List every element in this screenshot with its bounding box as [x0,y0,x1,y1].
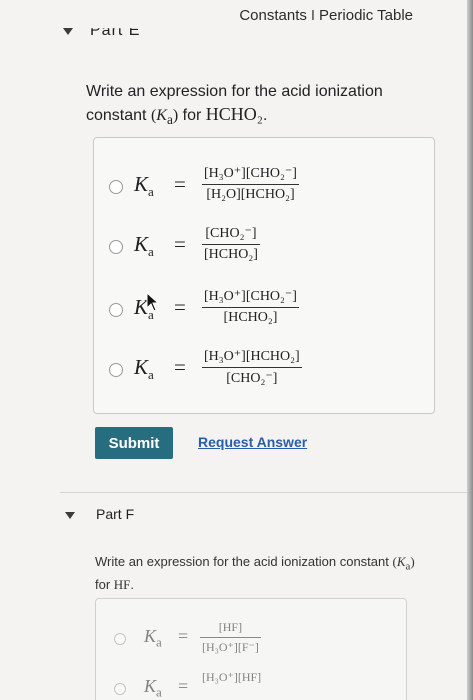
ka-label: Ka [134,172,154,200]
mouse-cursor-icon [146,292,160,312]
fraction-option-2: [CHO₂⁻] [HCHO₂] [202,225,260,263]
radio-button-option-3[interactable] [109,303,123,317]
fraction-part-f-option-2: [H₃O⁺][HF] [200,670,263,687]
numerator: [CHO₂⁻] [205,226,257,241]
part-e-compound: HCHO₂ [205,104,264,124]
radio-button-option-2[interactable] [109,240,123,254]
radio-button-option-1[interactable] [109,180,123,194]
equals-sign: = [178,626,189,646]
fraction-option-1: [H₃O⁺][CHO₂⁻] [H₂O][HCHO₂] [202,165,299,203]
part-f-options-box: Ka = [HF] [H₃O⁺][F⁻] Ka = [H₃O⁺][HF] [95,598,407,700]
submit-button[interactable]: Submit [95,427,173,459]
option-4[interactable]: Ka = [H₃O⁺][HCHO₂] [CHO₂⁻] [94,346,434,396]
periodic-table-link[interactable]: Periodic Table [319,7,413,24]
part-f-option-2[interactable]: Ka = [H₃O⁺][HF] [96,667,406,700]
fraction-option-3: [H₃O⁺][CHO₂⁻] [HCHO₂] [202,288,299,326]
numerator: [H₃O⁺][HF] [202,670,262,684]
part-f-question-text: Write an expression for the acid ionizat… [95,554,389,569]
part-e-question-for: for [182,107,202,124]
numerator: [H₃O⁺][HCHO₂] [204,349,300,364]
section-divider [60,492,470,493]
part-f-compound: HF [113,576,131,592]
numerator: [HF] [218,620,243,634]
numerator: [H₃O⁺][CHO₂⁻] [204,166,297,181]
denominator: [H₂O][HCHO₂] [202,184,299,203]
ka-label: Ka [134,355,154,383]
part-e-title[interactable]: Part E [90,28,140,40]
part-f-period: . [130,576,135,592]
numerator: [H₃O⁺][CHO₂⁻] [204,289,297,304]
screen-edge [467,0,473,700]
part-f-title[interactable]: Part F [96,506,134,522]
part-f-option-1[interactable]: Ka = [HF] [H₃O⁺][F⁻] [96,617,406,667]
option-3[interactable]: Ka = [H₃O⁺][CHO₂⁻] [HCHO₂] [94,286,434,336]
part-f-question: Write an expression for the acid ionizat… [95,553,415,594]
link-separator: I [310,7,316,24]
constants-link[interactable]: Constants [239,7,307,24]
fraction-option-4: [H₃O⁺][HCHO₂] [CHO₂⁻] [202,348,302,387]
ka-label: Ka [144,676,162,700]
equals-sign: = [174,295,186,319]
denominator: [HCHO₂] [202,307,299,326]
denominator: [HCHO₂] [202,244,260,263]
ka-label: Ka [134,232,154,260]
collapse-caret-icon-part-f[interactable] [65,512,75,519]
radio-button-option-4[interactable] [109,363,123,377]
denominator: [CHO₂⁻] [202,367,302,387]
collapse-caret-icon-part-e[interactable] [63,28,73,35]
page: Constants I Periodic Table Part E Write an… [0,0,473,700]
request-answer-link[interactable]: Request Answer [198,434,307,450]
part-e-period: . [263,107,268,124]
option-1[interactable]: Ka = [H₃O⁺][CHO₂⁻] [H₂O][HCHO₂] [94,163,434,213]
equals-sign: = [174,172,186,196]
top-links: Constants I Periodic Table [239,7,413,24]
radio-button-part-f-option-1[interactable] [114,633,126,645]
fraction-part-f-option-1: [HF] [H₃O⁺][F⁻] [200,620,261,655]
part-f-ka-inline: (Ka) [392,554,415,573]
radio-button-part-f-option-2[interactable] [114,683,126,695]
ka-label: Ka [144,626,162,650]
part-e-question: Write an expression for the acid ionizat… [86,80,426,131]
denominator: [H₃O⁺][F⁻] [200,637,261,655]
equals-sign: = [174,232,186,256]
equals-sign: = [178,676,189,696]
part-e-ka-inline: (Ka) [150,107,179,128]
part-e-options-box: Ka = [H₃O⁺][CHO₂⁻] [H₂O][HCHO₂] Ka = [CH… [93,137,435,414]
option-2[interactable]: Ka = [CHO₂⁻] [HCHO₂] [94,223,434,273]
part-f-question-for: for [95,576,111,592]
equals-sign: = [174,355,186,379]
